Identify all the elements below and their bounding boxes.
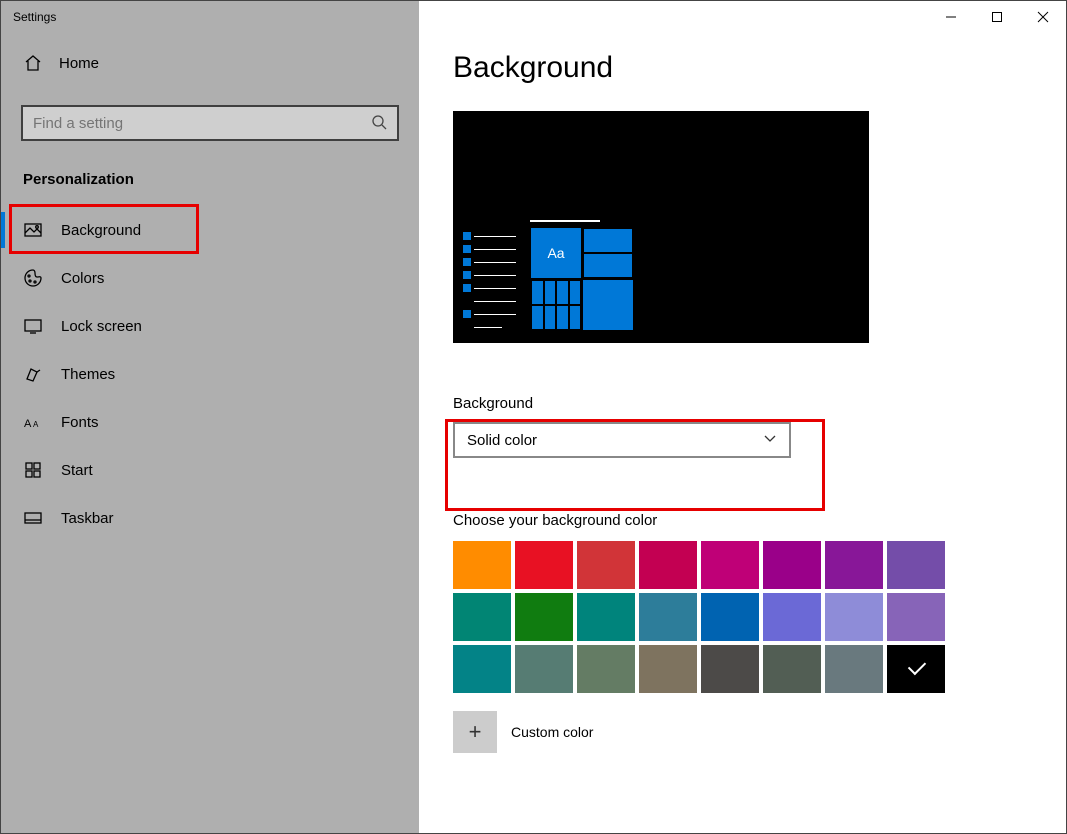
window-title: Settings	[13, 10, 56, 24]
sidebar-category: Personalization	[1, 163, 419, 206]
close-button[interactable]	[1020, 1, 1066, 32]
color-swatch[interactable]	[515, 645, 573, 693]
color-swatch[interactable]	[887, 541, 945, 589]
svg-text:A: A	[24, 418, 32, 430]
color-swatch[interactable]	[453, 593, 511, 641]
background-icon	[23, 220, 43, 240]
sidebar-item-themes[interactable]: Themes	[1, 350, 419, 398]
color-swatch[interactable]	[515, 541, 573, 589]
search-input[interactable]	[33, 115, 352, 132]
start-icon	[23, 460, 43, 480]
custom-color-button[interactable]: +	[453, 711, 497, 753]
choose-color-label: Choose your background color	[453, 512, 1066, 529]
svg-text:A: A	[33, 420, 39, 429]
sidebar-item-colors[interactable]: Colors	[1, 254, 419, 302]
plus-icon: +	[469, 719, 482, 745]
background-dropdown-value: Solid color	[467, 432, 537, 449]
main-pane: Background	[419, 1, 1066, 833]
preview-start-menu	[463, 232, 516, 331]
titlebar-sidebar-bg: Settings	[1, 1, 419, 33]
color-swatch[interactable]	[701, 541, 759, 589]
chevron-down-icon	[763, 431, 777, 449]
color-swatch[interactable]	[577, 645, 635, 693]
search-icon	[371, 114, 387, 133]
color-swatch[interactable]	[701, 593, 759, 641]
background-dropdown-label: Background	[453, 395, 1066, 412]
color-swatch-grid	[453, 541, 1066, 693]
color-swatch[interactable]	[701, 645, 759, 693]
minimize-button[interactable]	[928, 1, 974, 32]
background-dropdown[interactable]: Solid color	[453, 422, 791, 458]
color-swatch[interactable]	[577, 541, 635, 589]
search-box[interactable]	[21, 105, 399, 141]
color-swatch[interactable]	[825, 593, 883, 641]
color-swatch[interactable]	[453, 541, 511, 589]
colors-icon	[23, 268, 43, 288]
color-swatch[interactable]	[825, 541, 883, 589]
sidebar-home[interactable]: Home	[1, 43, 419, 83]
sidebar-item-label: Start	[61, 462, 93, 479]
page-title: Background	[453, 51, 1066, 85]
color-swatch[interactable]	[763, 541, 821, 589]
sidebar-item-label: Colors	[61, 270, 104, 287]
sidebar-item-label: Themes	[61, 366, 115, 383]
sidebar-item-label: Background	[61, 222, 141, 239]
sidebar-item-label: Fonts	[61, 414, 99, 431]
sidebar-item-label: Taskbar	[61, 510, 114, 527]
color-swatch[interactable]	[577, 593, 635, 641]
sidebar-item-taskbar[interactable]: Taskbar	[1, 494, 419, 542]
color-swatch[interactable]	[639, 645, 697, 693]
color-swatch[interactable]	[639, 593, 697, 641]
maximize-button[interactable]	[974, 1, 1020, 32]
sidebar-item-fonts[interactable]: AA Fonts	[1, 398, 419, 446]
custom-color-label: Custom color	[511, 724, 593, 740]
desktop-preview: Aa	[453, 111, 869, 343]
color-swatch[interactable]	[763, 593, 821, 641]
color-swatch[interactable]	[639, 541, 697, 589]
color-swatch[interactable]	[887, 593, 945, 641]
color-swatch[interactable]	[515, 593, 573, 641]
fonts-icon: AA	[23, 412, 43, 432]
home-icon	[23, 53, 43, 73]
color-swatch[interactable]	[453, 645, 511, 693]
color-swatch[interactable]	[887, 645, 945, 693]
sidebar-item-label: Lock screen	[61, 318, 142, 335]
sidebar-item-background[interactable]: Background	[1, 206, 419, 254]
taskbar-icon	[23, 508, 43, 528]
color-swatch[interactable]	[763, 645, 821, 693]
preview-tiles: Aa	[530, 220, 634, 331]
sidebar-home-label: Home	[59, 55, 99, 72]
sidebar-item-start[interactable]: Start	[1, 446, 419, 494]
color-swatch[interactable]	[825, 645, 883, 693]
preview-sample-text: Aa	[530, 227, 582, 279]
sidebar-item-lockscreen[interactable]: Lock screen	[1, 302, 419, 350]
sidebar: Home Personalization Background	[1, 1, 419, 833]
lockscreen-icon	[23, 316, 43, 336]
themes-icon	[23, 364, 43, 384]
